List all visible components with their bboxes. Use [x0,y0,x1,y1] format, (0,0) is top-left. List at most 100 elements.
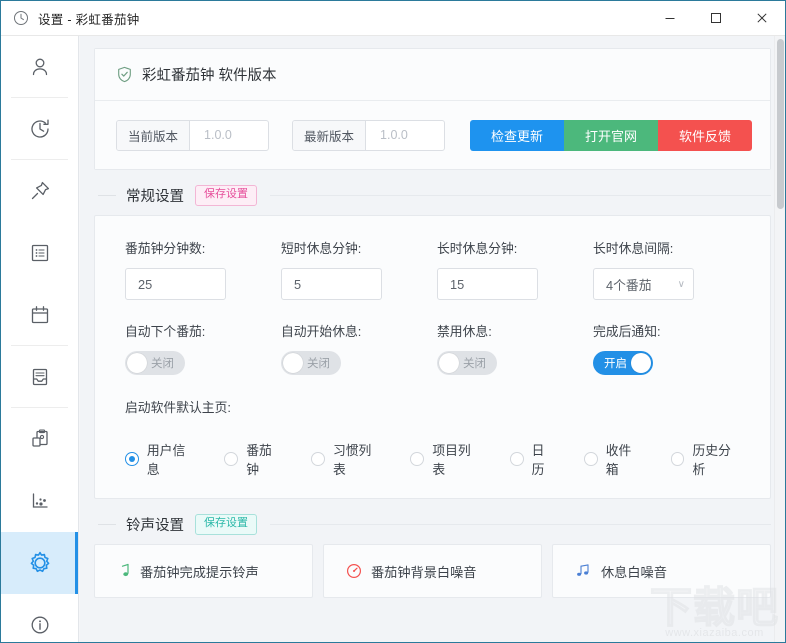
latest-version-value: 1.0.0 [380,128,408,142]
chevron-down-icon: ∨ [677,278,685,290]
section-dash [98,524,116,525]
radio-label: 收件箱 [605,443,632,477]
radio-project-list[interactable]: 项目列表 [410,440,482,478]
clock-icon [12,9,30,27]
version-heading: 彩虹番茄钟 软件版本 [142,68,277,84]
radio-inbox[interactable]: 收件箱 [583,440,644,478]
user-icon [27,54,53,80]
minimize-button[interactable] [647,1,693,36]
ringtone-card-background-noise[interactable]: 番茄钟背景白噪音 [323,544,542,598]
toggle-knob [283,353,303,373]
sidebar-item-about[interactable] [1,594,78,642]
pomodoro-minutes-label: 番茄钟分钟数: [125,241,206,256]
timer-icon [346,563,362,579]
feedback-button[interactable]: 软件反馈 [658,119,752,151]
ringtone-card-label: 番茄钟背景白噪音 [371,564,477,580]
sidebar-item-inbox[interactable] [1,346,78,408]
long-break-interval-value: 4个番茄 [606,277,652,293]
ringtone-section-title: 铃声设置 [126,518,184,534]
section-rule [270,524,771,525]
sidebar-item-pomodoro[interactable] [1,98,78,160]
radio-history-analysis[interactable]: 历史分析 [670,440,743,478]
sidebar-item-clipboard[interactable] [1,408,78,470]
disable-break-state: 关闭 [463,358,486,370]
sidebar [1,36,79,642]
pin-icon [27,178,53,204]
check-update-button[interactable]: 检查更新 [470,119,564,151]
short-break-field: 短时休息分钟: 5 [281,238,437,300]
vertical-scrollbar[interactable] [774,36,785,642]
homepage-label: 启动软件默认主页: [125,400,231,415]
radio-label: 历史分析 [692,443,731,477]
radio-label: 用户信息 [146,443,186,477]
sidebar-item-user-info[interactable] [1,36,78,98]
long-break-interval-select[interactable]: 4个番茄 ∨ [593,268,694,300]
version-card-body: 当前版本 1.0.0 最新版本 1.0.0 检查更新 打开官网 软件反馈 [95,101,770,169]
short-break-label: 短时休息分钟: [281,241,362,256]
sidebar-item-project-list[interactable] [1,222,78,284]
toggle-knob [439,353,459,373]
auto-next-pomodoro-field: 自动下个番茄: 关闭 [125,321,281,375]
radio-dot [224,452,239,466]
radio-label: 习惯列表 [332,443,372,477]
info-icon [27,612,53,638]
auto-next-pomodoro-toggle[interactable]: 关闭 [125,351,185,375]
window-controls [647,1,785,36]
disable-break-field: 禁用休息: 关闭 [437,321,593,375]
current-version-value: 1.0.0 [204,128,232,142]
sidebar-item-habit-list[interactable] [1,160,78,222]
current-version-label: 当前版本 [117,120,191,150]
auto-start-break-toggle[interactable]: 关闭 [281,351,341,375]
general-section-header: 常规设置 保存设置 [94,185,771,206]
double-note-icon [575,563,592,579]
radio-pomodoro[interactable]: 番茄钟 [224,440,284,478]
scrollbar-thumb[interactable] [777,39,784,209]
version-card: 彩虹番茄钟 软件版本 当前版本 1.0.0 最新版本 1.0.0 检查更新 打开… [94,48,771,170]
ringtone-cards: 番茄钟完成提示铃声 番茄钟背景白噪音 休息白噪音 [94,544,771,598]
pomodoro-minutes-field: 番茄钟分钟数: 25 [125,238,281,300]
radio-dot [670,452,685,466]
general-save-badge[interactable]: 保存设置 [195,185,257,206]
ringtone-card-break-noise[interactable]: 休息白噪音 [552,544,771,598]
notify-on-complete-state: 开启 [604,358,627,370]
pomodoro-minutes-input[interactable]: 25 [125,268,226,300]
long-break-input[interactable]: 15 [437,268,538,300]
auto-next-pomodoro-label: 自动下个番茄: [125,324,206,339]
long-break-interval-field: 长时休息间隔: 4个番茄 ∨ [593,238,743,300]
inbox-icon [27,364,53,390]
disable-break-toggle[interactable]: 关闭 [437,351,497,375]
disable-break-label: 禁用休息: [437,324,492,339]
long-break-label: 长时休息分钟: [437,241,518,256]
open-website-button[interactable]: 打开官网 [564,119,658,151]
short-break-input[interactable]: 5 [281,268,382,300]
sidebar-item-history-analysis[interactable] [1,470,78,532]
radio-calendar[interactable]: 日历 [509,440,557,478]
ringtone-card-label: 番茄钟完成提示铃声 [140,564,259,580]
shield-check-icon [116,66,133,83]
timer-icon [27,116,53,142]
version-action-buttons: 检查更新 打开官网 软件反馈 [470,119,752,151]
radio-label: 项目列表 [432,443,471,477]
title-bar: 设置 - 彩虹番茄钟 [1,1,785,36]
ringtone-card-complete[interactable]: 番茄钟完成提示铃声 [94,544,313,598]
notify-on-complete-toggle[interactable]: 开启 [593,351,653,375]
radio-user-info[interactable]: 用户信息 [125,440,197,478]
general-section-title: 常规设置 [126,189,184,205]
calendar-icon [27,302,53,328]
clipboard-icon [27,426,53,452]
radio-dot [410,452,425,466]
sidebar-item-settings[interactable] [1,532,78,594]
notify-on-complete-field: 完成后通知: 开启 [593,321,743,375]
sidebar-item-calendar[interactable] [1,284,78,346]
radio-label: 番茄钟 [246,443,272,477]
radio-habit-list[interactable]: 习惯列表 [311,440,383,478]
ringtone-save-badge[interactable]: 保存设置 [195,514,257,535]
long-break-interval-label: 长时休息间隔: [593,241,674,256]
radio-dot [509,452,524,466]
ringtone-section-header: 铃声设置 保存设置 [94,514,771,535]
toggles-row: 自动下个番茄: 关闭 自动开始休息: 关闭 禁用休息: 关闭 完成后通知: 开启 [95,321,770,375]
auto-start-break-field: 自动开始休息: 关闭 [281,321,437,375]
maximize-button[interactable] [693,1,739,36]
close-button[interactable] [739,1,785,36]
auto-start-break-label: 自动开始休息: [281,324,362,339]
